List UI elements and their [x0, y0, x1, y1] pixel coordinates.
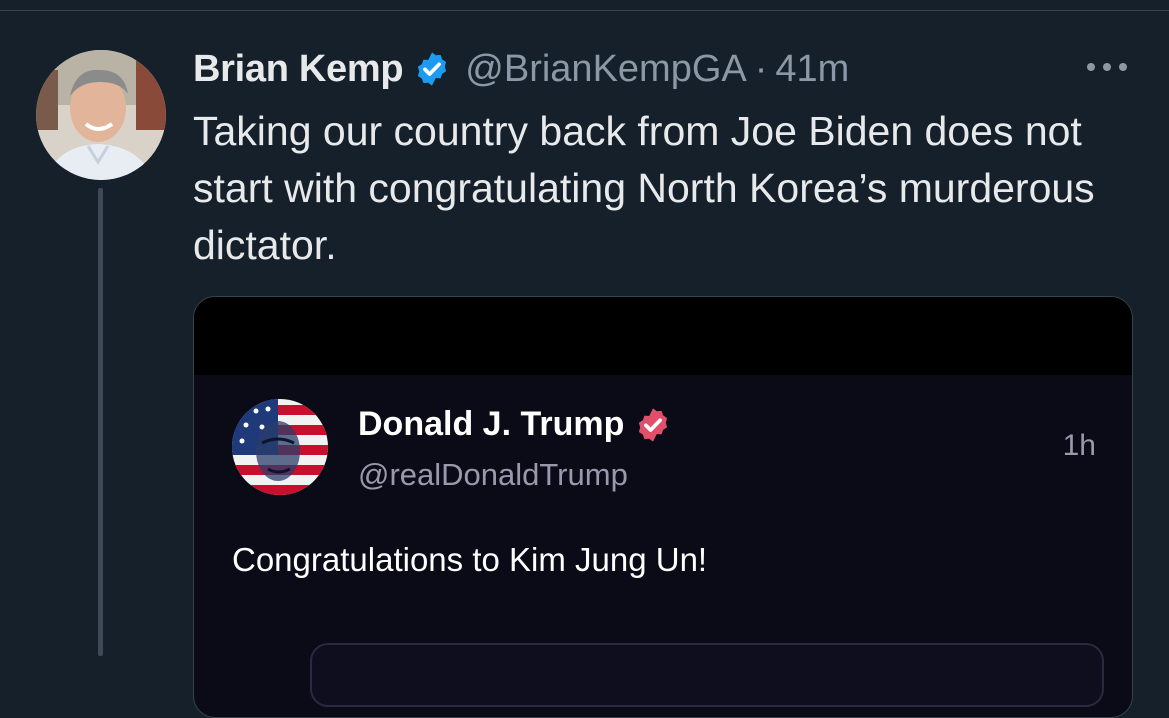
more-options-icon[interactable] — [1082, 56, 1132, 78]
tweet-timestamp[interactable]: 41m — [775, 48, 849, 91]
tweet-body-text: Taking our country back from Joe Biden d… — [193, 108, 1095, 268]
quoted-post-top-bar — [194, 297, 1132, 375]
quoted-post-timestamp: 1h — [1062, 429, 1096, 462]
author-handle[interactable]: @BrianKempGA — [465, 48, 746, 91]
quoted-post-card[interactable]: Donald J. Trump @realDonaldTrump 1h Cong… — [193, 296, 1133, 718]
quoted-post-text: Congratulations to Kim Jung Un! — [232, 541, 708, 578]
author-name[interactable]: Brian Kemp — [193, 48, 404, 91]
quoted-post-embedded-box — [310, 643, 1104, 707]
quoted-author-handle[interactable]: @realDonaldTrump — [358, 457, 628, 493]
quoted-verified-badge-icon — [634, 406, 672, 444]
avatar-photo — [36, 50, 166, 180]
thread-connector-line — [98, 188, 103, 656]
flag-portrait-image — [232, 399, 328, 495]
quoted-author-avatar[interactable] — [232, 399, 328, 495]
quoted-author-name-row: Donald J. Trump — [358, 405, 672, 444]
quoted-author-name[interactable]: Donald J. Trump — [358, 405, 624, 444]
top-divider — [0, 10, 1169, 11]
tweet-header: Brian Kemp @BrianKempGA · 41m — [193, 44, 849, 94]
author-avatar[interactable] — [36, 50, 166, 180]
separator-dot: · — [754, 47, 768, 90]
verified-badge-icon[interactable] — [413, 50, 451, 88]
